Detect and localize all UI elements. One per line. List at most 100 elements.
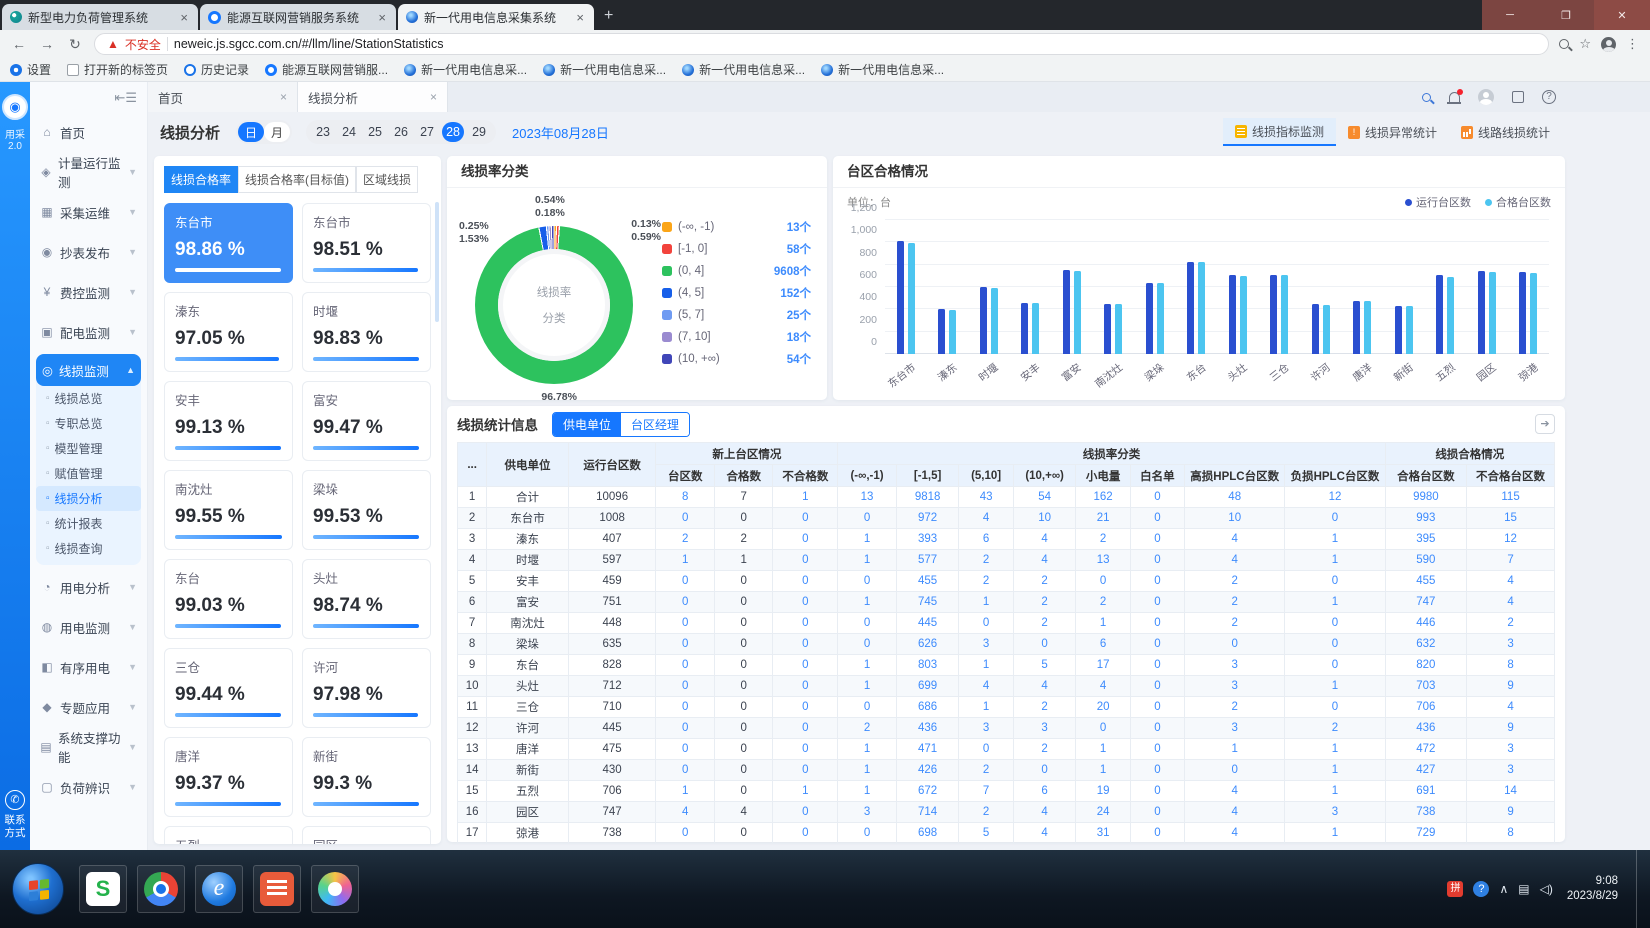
table-row[interactable]: 17弶港738000069854310417298 <box>458 823 1555 844</box>
browser-tab[interactable]: 能源互联网营销服务系统× <box>200 4 396 30</box>
taskbar-clock[interactable]: 9:08 2023/8/29 <box>1567 874 1618 904</box>
bar-group[interactable]: 溱东 <box>938 220 956 354</box>
tab-close-icon[interactable]: × <box>280 90 287 104</box>
legend-item[interactable]: (7, 10]18个 <box>662 329 811 345</box>
minimize-button[interactable]: ─ <box>1482 0 1538 30</box>
table-row[interactable]: 14新街43000014262010014273 <box>458 760 1555 781</box>
bar-group[interactable]: 南沈灶 <box>1104 220 1122 354</box>
reload-icon[interactable]: ↻ <box>66 36 84 53</box>
view-button[interactable]: 线损异常统计 <box>1336 118 1449 146</box>
notification-bell-icon[interactable] <box>1449 92 1460 102</box>
rate-card[interactable]: 东台99.03 % <box>164 559 293 639</box>
day-option[interactable]: 23 <box>312 122 334 142</box>
export-icon[interactable]: ➔ <box>1535 414 1555 434</box>
table-row[interactable]: 13唐洋47500014710210114723 <box>458 739 1555 760</box>
search-icon[interactable] <box>1422 93 1431 102</box>
bar-group[interactable]: 五烈 <box>1436 220 1454 354</box>
browser-tab[interactable]: 新一代用电信息采集系统× <box>398 4 594 30</box>
bookmark-item[interactable]: 新一代用电信息采... <box>543 61 666 78</box>
close-button[interactable]: ✕ <box>1594 0 1650 30</box>
bar-group[interactable]: 三仓 <box>1270 220 1288 354</box>
sidebar-subitem[interactable]: ▫模型管理 <box>36 436 141 461</box>
tab-close-icon[interactable]: × <box>376 10 388 25</box>
bar-group[interactable]: 梁垛 <box>1146 220 1164 354</box>
legend-item[interactable]: [-1, 0]58个 <box>662 241 811 257</box>
rate-card[interactable]: 富安99.47 % <box>302 381 431 461</box>
bar-group[interactable]: 东台市 <box>897 220 915 354</box>
legend-item[interactable]: (10, +∞)54个 <box>662 351 811 367</box>
table-row[interactable]: 1合计100968711398184354162048129980115 <box>458 487 1555 508</box>
profile-icon[interactable] <box>1601 37 1616 52</box>
column-header[interactable]: 小电量 <box>1076 465 1130 487</box>
rate-card[interactable]: 头灶98.74 % <box>302 559 431 639</box>
sidebar-item[interactable]: ▢负荷辨识▼ <box>36 767 141 807</box>
sidebar-item[interactable]: ¥费控监测▼ <box>36 272 141 312</box>
sidebar-subitem[interactable]: ▫专职总览 <box>36 411 141 436</box>
table-row[interactable]: 7南沈灶44800004450210204462 <box>458 613 1555 634</box>
taskbar-seewo-icon[interactable]: S <box>79 865 127 913</box>
start-button[interactable] <box>12 863 64 915</box>
browser-menu-icon[interactable]: ⋮ <box>1626 36 1640 52</box>
table-row[interactable]: 10头灶71200016994440317039 <box>458 676 1555 697</box>
taskbar-ppt-icon[interactable] <box>253 865 301 913</box>
day-option[interactable]: 25 <box>364 122 386 142</box>
back-icon[interactable]: ← <box>10 36 28 52</box>
sidebar-item[interactable]: ◉抄表发布▼ <box>36 232 141 272</box>
table-row[interactable]: 6富安75100017451220217474 <box>458 592 1555 613</box>
show-desktop-button[interactable] <box>1636 850 1644 928</box>
sidebar-subitem[interactable]: ▫线损查询 <box>36 536 141 561</box>
sidebar-subitem[interactable]: ▫线损分析 <box>36 486 141 511</box>
rate-card[interactable]: 新街99.3 % <box>302 737 431 817</box>
bar-group[interactable]: 时堰 <box>980 220 998 354</box>
month-toggle[interactable]: 月 <box>264 122 290 142</box>
table-row[interactable]: 4时堰597110157724130415907 <box>458 550 1555 571</box>
table-row[interactable]: 12许河44500024363300324369 <box>458 718 1555 739</box>
column-header[interactable]: 负损HPLC台区数 <box>1285 465 1385 487</box>
bar-group[interactable]: 富安 <box>1063 220 1081 354</box>
day-option[interactable]: 27 <box>416 122 438 142</box>
tab-close-icon[interactable]: × <box>178 10 190 25</box>
new-tab-button[interactable]: + <box>604 7 613 25</box>
help-icon[interactable]: ? <box>1542 90 1556 104</box>
view-button[interactable]: 线路线损统计 <box>1449 118 1562 146</box>
legend-item[interactable]: (-∞, -1)13个 <box>662 219 811 235</box>
table-row[interactable]: 15五烈7061011672761904169114 <box>458 781 1555 802</box>
legend-item[interactable]: (0, 4]9608个 <box>662 263 811 279</box>
forward-icon[interactable]: → <box>38 36 56 52</box>
sidebar-subitem[interactable]: ▫线损总览 <box>36 386 141 411</box>
rate-card[interactable]: 溱东97.05 % <box>164 292 293 372</box>
tray-volume-icon[interactable]: ◁) <box>1540 882 1553 896</box>
column-header[interactable]: 不合格数 <box>773 465 838 487</box>
contact-button[interactable]: ✆ 联系方式 <box>0 790 30 840</box>
table-toggle-option[interactable]: 台区经理 <box>621 413 689 436</box>
rate-card[interactable]: 三仓99.44 % <box>164 648 293 728</box>
bar-group[interactable]: 唐洋 <box>1353 220 1371 354</box>
column-header[interactable]: 不合格台区数 <box>1467 465 1555 487</box>
column-header[interactable]: 白名单 <box>1130 465 1184 487</box>
tray-help-icon[interactable]: ? <box>1473 881 1489 897</box>
sidebar-item[interactable]: ▦采集运维▼ <box>36 192 141 232</box>
rate-tab[interactable]: 线损合格率 <box>164 166 238 193</box>
sidebar-item[interactable]: ◎线损监测▲ <box>36 354 141 386</box>
rate-card[interactable]: 园区98.8 % <box>302 826 431 844</box>
rate-card[interactable]: 五烈98.01 % <box>164 826 293 844</box>
column-header[interactable]: (10,+∞) <box>1013 465 1076 487</box>
tab-close-icon[interactable]: × <box>430 90 437 104</box>
page-tab[interactable]: 线损分析× <box>298 82 448 112</box>
day-toggle[interactable]: 日 <box>238 122 264 142</box>
sidebar-item[interactable]: ◧有序用电▼ <box>36 647 141 687</box>
cards-scrollbar[interactable] <box>435 202 439 322</box>
url-text[interactable]: neweic.js.sgcc.com.cn/#/llm/line/Station… <box>174 37 444 51</box>
column-header[interactable]: 合格数 <box>714 465 773 487</box>
sidebar-collapse-icon[interactable]: ⇤☰ <box>36 88 141 112</box>
bookmark-item[interactable]: 新一代用电信息采... <box>682 61 805 78</box>
legend-item[interactable]: (4, 5]152个 <box>662 285 811 301</box>
legend-item[interactable]: (5, 7]25个 <box>662 307 811 323</box>
table-row[interactable]: 11三仓710000068612200207064 <box>458 697 1555 718</box>
bar-group[interactable]: 弶港 <box>1519 220 1537 354</box>
browser-tab[interactable]: 新型电力负荷管理系统× <box>2 4 198 30</box>
column-header[interactable]: [-1,5] <box>896 465 959 487</box>
table-row[interactable]: 3溱东407220139364204139512 <box>458 529 1555 550</box>
table-toggle-option[interactable]: 供电单位 <box>553 413 621 436</box>
column-header[interactable]: (5,10] <box>959 465 1013 487</box>
